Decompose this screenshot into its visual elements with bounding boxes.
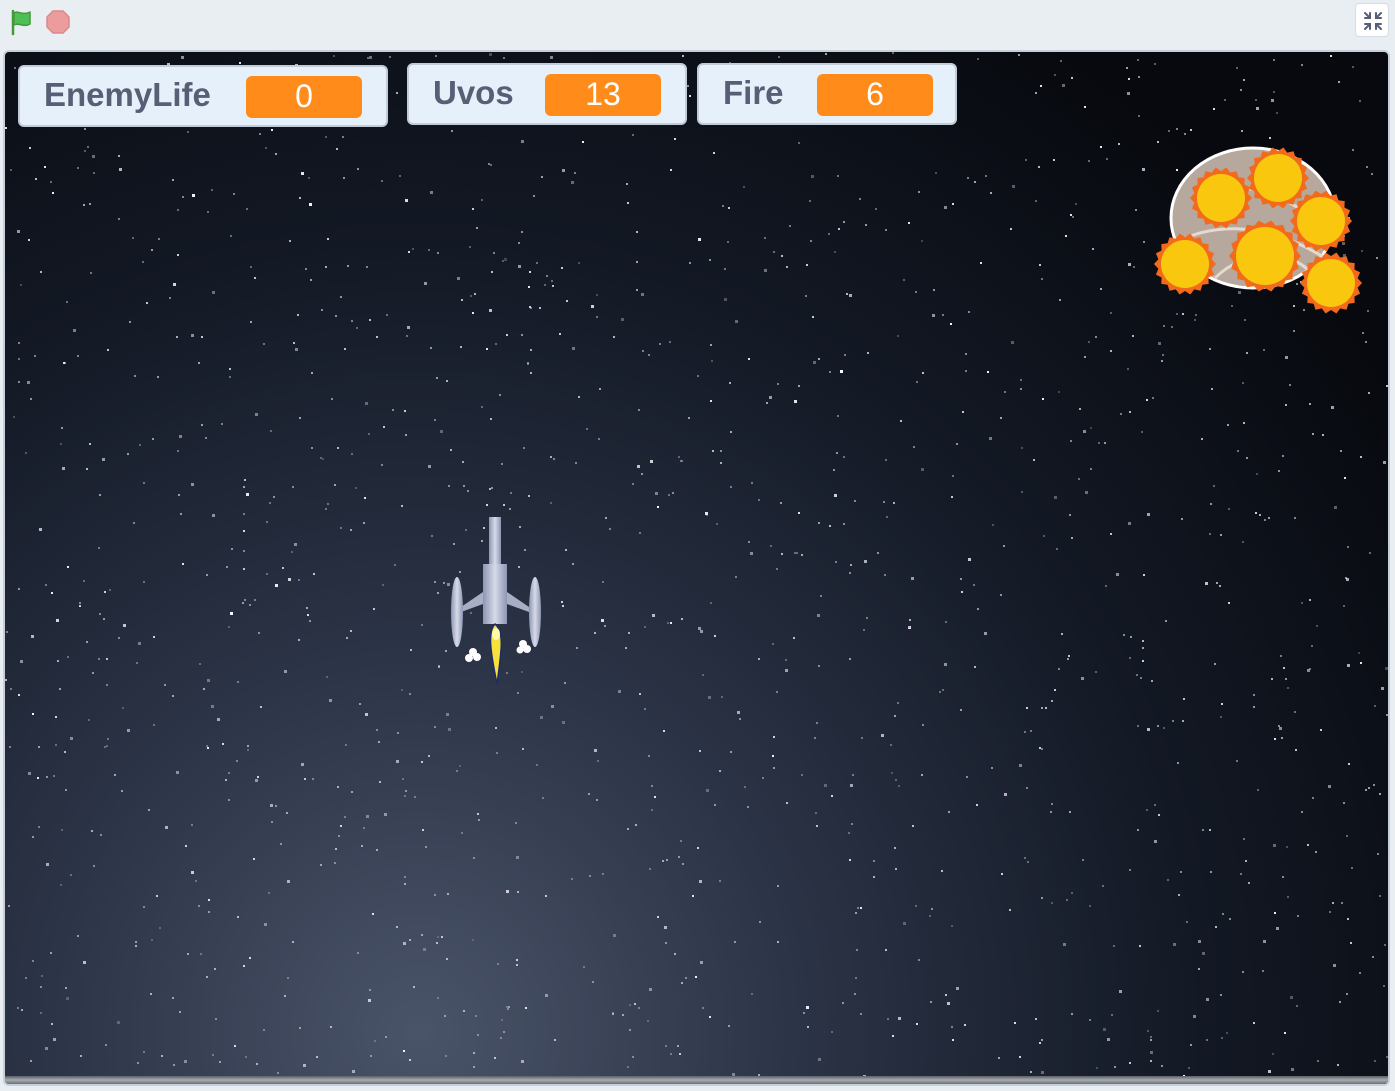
monitor-value: 0 — [246, 76, 362, 118]
player-rocket-sprite[interactable] — [443, 512, 543, 692]
rocket-left-strut — [461, 592, 483, 612]
rocket-right-strut — [507, 592, 529, 612]
enemy-ship-sprite[interactable] — [1145, 138, 1365, 318]
monitor-label: Uvos — [433, 74, 514, 111]
monitor-uvos[interactable]: Uvos 13 — [407, 63, 687, 125]
stage-header — [0, 0, 1395, 46]
monitor-value: 13 — [545, 74, 661, 116]
stage-floor — [5, 1076, 1388, 1084]
explosion-core — [1307, 259, 1355, 307]
rocket-flame-core — [492, 628, 500, 640]
monitor-label: Fire — [723, 74, 784, 111]
explosion-core — [1297, 197, 1345, 245]
monitor-enemylife[interactable]: EnemyLife 0 — [18, 65, 388, 127]
green-flag-icon — [11, 9, 31, 36]
monitor-fire[interactable]: Fire 6 — [697, 63, 957, 125]
stop-button[interactable] — [44, 8, 72, 36]
explosion-core — [1254, 154, 1302, 202]
game-stage[interactable]: EnemyLife 0 Uvos 13 Fire 6 — [3, 50, 1390, 1086]
monitor-value: 6 — [817, 74, 933, 116]
explosion-core — [1197, 174, 1245, 222]
stop-sign-icon — [46, 10, 70, 34]
explosion-core — [1236, 227, 1294, 285]
monitor-label: EnemyLife — [44, 76, 211, 113]
rocket-left-wing — [451, 577, 463, 647]
explosion-core — [1161, 240, 1209, 288]
rocket-barrel — [489, 517, 501, 567]
green-flag-button[interactable] — [8, 8, 36, 36]
exit-fullscreen-icon — [1364, 12, 1382, 30]
rocket-body — [483, 564, 507, 624]
exit-fullscreen-button[interactable] — [1355, 3, 1389, 37]
rocket-right-wing — [529, 577, 541, 647]
